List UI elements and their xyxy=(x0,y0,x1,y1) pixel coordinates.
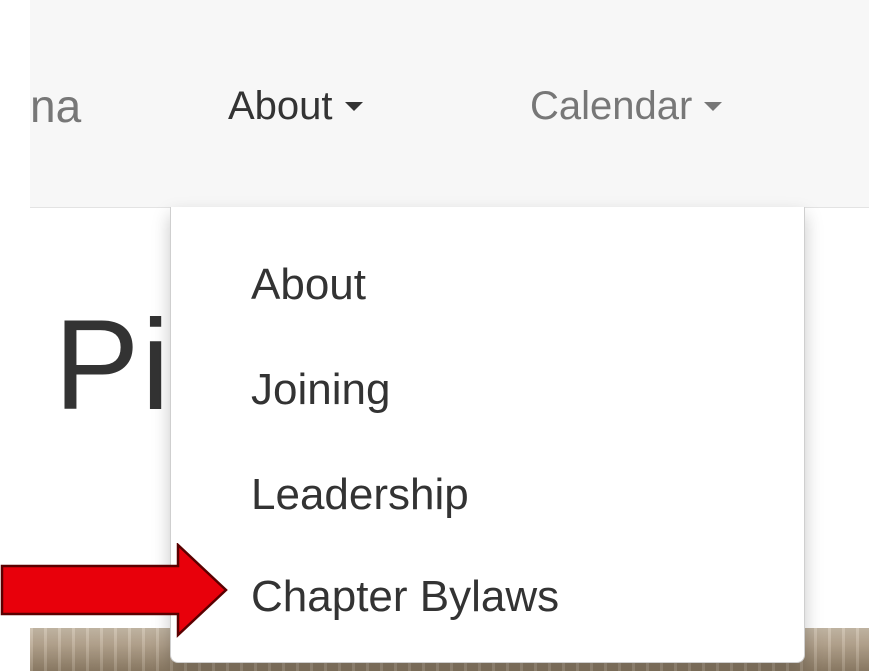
nav-item-about[interactable]: About xyxy=(228,80,363,132)
page: na About Calendar Pi n About Joining Lea… xyxy=(0,0,869,671)
dropdown-item-leadership[interactable]: Leadership xyxy=(251,467,469,523)
about-dropdown-menu: About Joining Leadership Chapter Bylaws xyxy=(170,207,805,663)
red-arrow-icon xyxy=(0,543,228,638)
navbar-brand[interactable]: na xyxy=(30,76,81,136)
caret-down-icon xyxy=(704,101,723,111)
dropdown-item-chapter-bylaws[interactable]: Chapter Bylaws xyxy=(251,569,559,625)
dropdown-item-about[interactable]: About xyxy=(251,257,366,313)
nav-item-calendar-label: Calendar xyxy=(530,84,693,128)
dropdown-item-joining[interactable]: Joining xyxy=(251,362,390,418)
caret-down-icon xyxy=(344,101,363,111)
nav-item-about-label: About xyxy=(228,84,333,128)
nav-item-calendar[interactable]: Calendar xyxy=(530,80,723,132)
navbar: na About Calendar xyxy=(30,0,869,208)
